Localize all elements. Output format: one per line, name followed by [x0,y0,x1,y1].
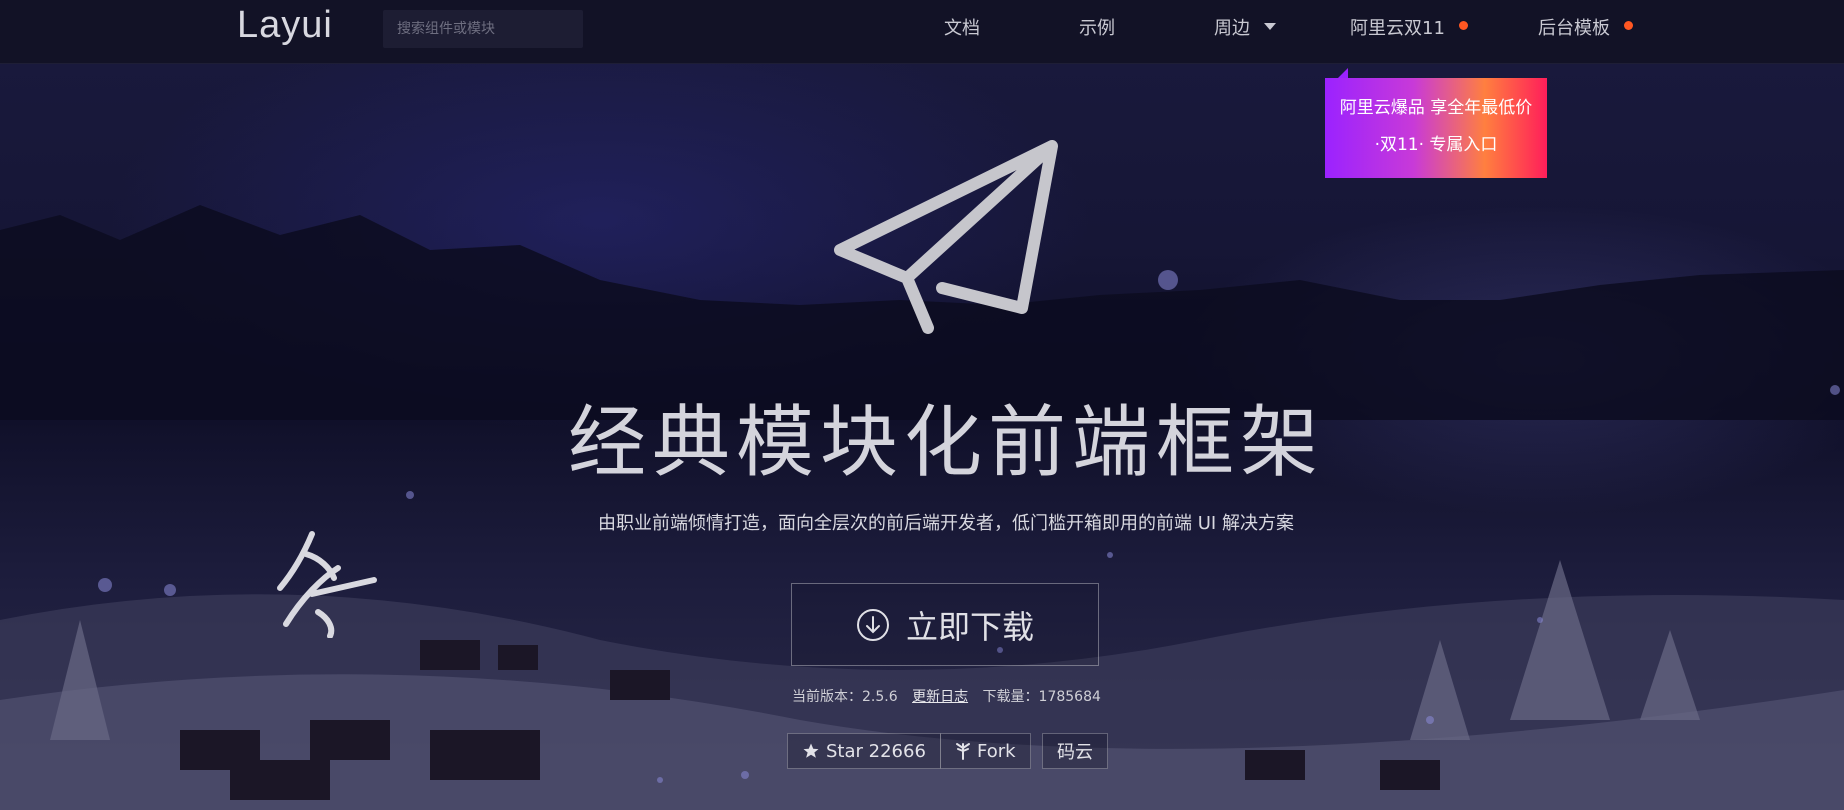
nav-item-docs[interactable]: 文档 [944,14,980,40]
gitee-button[interactable]: 码云 [1042,733,1108,769]
nav-item-label: 示例 [1079,18,1115,39]
github-fork-button[interactable]: Fork [940,733,1031,769]
nav-item-aliyun[interactable]: 阿里云双11 [1350,14,1468,40]
fork-icon [955,742,971,760]
gitee-label: 码云 [1057,742,1093,763]
download-button[interactable]: 立即下载 [791,583,1099,666]
nav-item-admin-template[interactable]: 后台模板 [1538,14,1633,40]
notification-dot [1623,21,1633,30]
search-input[interactable] [383,10,583,48]
top-navbar: Layui 文档 示例 周边 阿里云双11 后台模板 [0,0,1844,64]
nav-item-label: 后台模板 [1538,18,1610,39]
version-label: 当前版本： [792,689,862,705]
notification-dot [1458,21,1468,30]
version-value: 2.5.6 [862,689,898,705]
chevron-down-icon [1263,23,1276,30]
nav-item-label: 文档 [944,18,980,39]
nav-item-label: 周边 [1214,18,1250,39]
promo-line-1: 阿里云爆品 享全年最低价 [1339,98,1533,118]
downloads-value: 1785684 [1038,689,1101,705]
promo-banner[interactable]: 阿里云爆品 享全年最低价 ·双11· 专属入口 [1325,78,1547,178]
winter-calligraphy-icon [272,528,382,642]
logo[interactable]: Layui [237,4,333,47]
paper-plane-icon [832,138,1062,347]
fork-label: Fork [977,740,1016,762]
nav-item-label: 阿里云双11 [1350,18,1445,39]
promo-line-2: ·双11· 专属入口 [1374,135,1498,155]
downloads-label: 下载量： [982,689,1039,705]
changelog-link[interactable]: 更新日志 [912,689,968,705]
star-label: Star 22666 [826,740,926,762]
promo-pointer [1338,68,1348,78]
star-icon [802,742,820,760]
download-circle-icon [856,608,890,642]
github-star-button[interactable]: Star 22666 [787,733,941,769]
version-info: 当前版本：2.5.6 更新日志 下载量：1785684 [792,686,1101,706]
nav-item-ecosystem[interactable]: 周边 [1214,14,1276,40]
hero-title: 经典模块化前端框架 [567,398,1324,488]
nav-item-examples[interactable]: 示例 [1079,14,1115,40]
download-label: 立即下载 [905,607,1034,646]
